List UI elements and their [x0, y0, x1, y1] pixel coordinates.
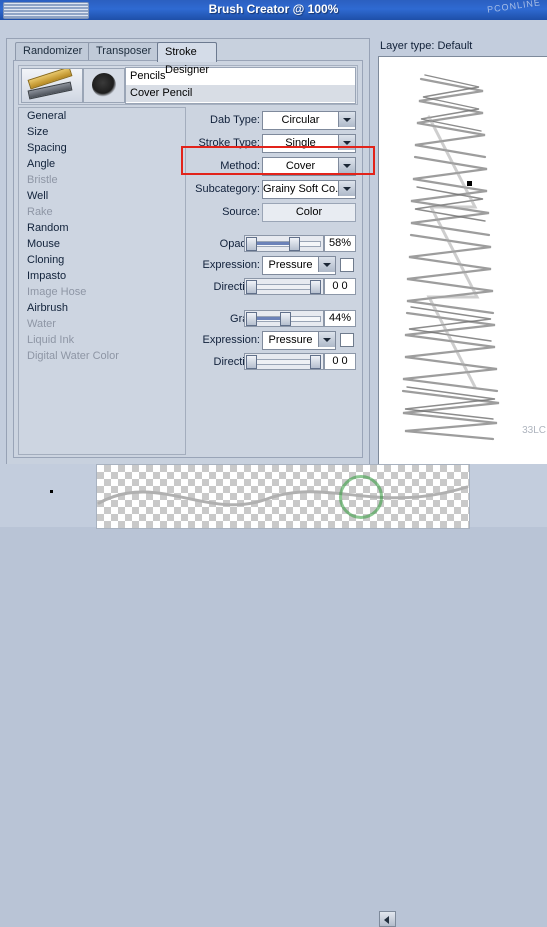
- opacity-direction-value[interactable]: 0 0: [324, 278, 356, 295]
- settings-category-list[interactable]: General Size Spacing Angle Bristle Well …: [18, 107, 186, 455]
- sidebar-item-size[interactable]: Size: [19, 124, 185, 140]
- opacity-expression-select[interactable]: Pressure: [262, 256, 336, 275]
- opacity-value[interactable]: 58%: [324, 235, 356, 252]
- source-label: Source:: [222, 206, 260, 218]
- opacity-expression-value: Pressure: [268, 259, 313, 271]
- brush-category-name[interactable]: Pencils: [126, 68, 355, 85]
- sidebar-item-bristle: Bristle: [27, 174, 58, 186]
- window-body: Randomizer Transposer Stroke Designer Pe…: [0, 20, 547, 927]
- subcategory-value: Grainy Soft Co...: [263, 183, 338, 195]
- sidebar-item-digital-water-color: Digital Water Color: [27, 350, 119, 362]
- sidebar-item-random[interactable]: Random: [19, 220, 185, 236]
- subcategory-select[interactable]: Grainy Soft Co...: [262, 180, 356, 199]
- sidebar-item-image-hose: Image Hose: [27, 286, 87, 298]
- brush-creator-window: Brush Creator @ 100% PCONLINE Randomizer…: [0, 0, 547, 927]
- opacity-expression-label: Expression:: [202, 259, 260, 271]
- sidebar-item-angle[interactable]: Angle: [19, 156, 185, 172]
- tab-stroke-designer[interactable]: Stroke Designer: [157, 42, 218, 76]
- source-value: Color: [262, 203, 356, 222]
- transparent-canvas-strip[interactable]: [96, 464, 470, 529]
- watermark-logo: [339, 473, 459, 519]
- grain-slider-knob[interactable]: [280, 312, 291, 326]
- grain-expression-label: Expression:: [202, 334, 260, 346]
- brush-variant-name[interactable]: Cover Pencil: [126, 85, 355, 102]
- opacity-direction-slider[interactable]: [244, 278, 324, 295]
- grain-direction-value[interactable]: 0 0: [324, 353, 356, 370]
- dab-type-value: Circular: [281, 114, 320, 126]
- grain-slider-knob-left[interactable]: [246, 312, 257, 326]
- opacity-slider-knob-left[interactable]: [246, 237, 257, 251]
- window-title: Brush Creator @ 100%: [208, 2, 339, 16]
- sidebar-item-general[interactable]: General: [19, 108, 185, 124]
- brush-cursor: [467, 181, 472, 186]
- grain-direction-knob-right[interactable]: [310, 355, 321, 369]
- sidebar-item-cloning[interactable]: Cloning: [19, 252, 185, 268]
- sidebar-item-airbrush[interactable]: Airbrush: [19, 300, 185, 316]
- sidebar-item-liquid-ink: Liquid Ink: [27, 334, 75, 346]
- stroke-designer-content: Pencils Cover Pencil General Size Spacin…: [13, 60, 363, 458]
- layer-type-label: Layer type: Default: [380, 40, 473, 52]
- chevron-down-icon[interactable]: [318, 332, 335, 347]
- grain-expression-value: Pressure: [268, 334, 313, 346]
- dab-blob-shape: [92, 73, 116, 97]
- grain-direction-knob-left[interactable]: [246, 355, 257, 369]
- opacity-invert-checkbox[interactable]: [340, 258, 354, 272]
- grain-invert-checkbox[interactable]: [340, 333, 354, 347]
- grain-slider[interactable]: [244, 310, 324, 327]
- chevron-down-icon[interactable]: [318, 257, 335, 272]
- sidebar-item-spacing[interactable]: Spacing: [19, 140, 185, 156]
- scroll-left-button[interactable]: [379, 911, 396, 927]
- sidebar-item-well[interactable]: Well: [19, 188, 185, 204]
- brush-icon[interactable]: [21, 68, 83, 103]
- grain-expression-select[interactable]: Pressure: [262, 331, 336, 350]
- window-titlebar[interactable]: Brush Creator @ 100% PCONLINE: [0, 0, 547, 20]
- opacity-slider-knob[interactable]: [289, 237, 300, 251]
- sidebar-item-mouse[interactable]: Mouse: [19, 236, 185, 252]
- opacity-direction-knob-left[interactable]: [246, 280, 257, 294]
- grain-value[interactable]: 44%: [324, 310, 356, 327]
- tab-randomizer[interactable]: Randomizer: [15, 42, 91, 60]
- brush-category-list[interactable]: Pencils Cover Pencil: [125, 67, 356, 104]
- stray-dot: [50, 490, 53, 493]
- document-strip: [0, 464, 547, 927]
- sidebar-item-rake: Rake: [27, 206, 53, 218]
- sidebar-item-water: Water: [27, 318, 56, 330]
- opacity-direction-knob-right[interactable]: [310, 280, 321, 294]
- chevron-down-icon[interactable]: [338, 181, 355, 196]
- watermark-canvas: 33LC: [522, 425, 546, 436]
- brush-stroke-canvas[interactable]: 33LC: [378, 56, 547, 465]
- dab-type-select[interactable]: Circular: [262, 111, 356, 130]
- chevron-down-icon[interactable]: [338, 112, 355, 127]
- subcategory-label: Subcategory:: [195, 183, 260, 195]
- stroke-designer-panel: Randomizer Transposer Stroke Designer Pe…: [6, 38, 375, 465]
- opacity-slider[interactable]: [244, 235, 324, 252]
- logo-circle-icon: [339, 475, 383, 519]
- sidebar-item-impasto[interactable]: Impasto: [19, 268, 185, 284]
- dab-preview: [83, 68, 125, 103]
- tab-transposer[interactable]: Transposer: [88, 42, 160, 60]
- scribble-drawing: [401, 74, 500, 441]
- grain-direction-slider[interactable]: [244, 353, 324, 370]
- method-row-highlight: [181, 146, 375, 175]
- dab-type-label: Dab Type:: [210, 114, 260, 126]
